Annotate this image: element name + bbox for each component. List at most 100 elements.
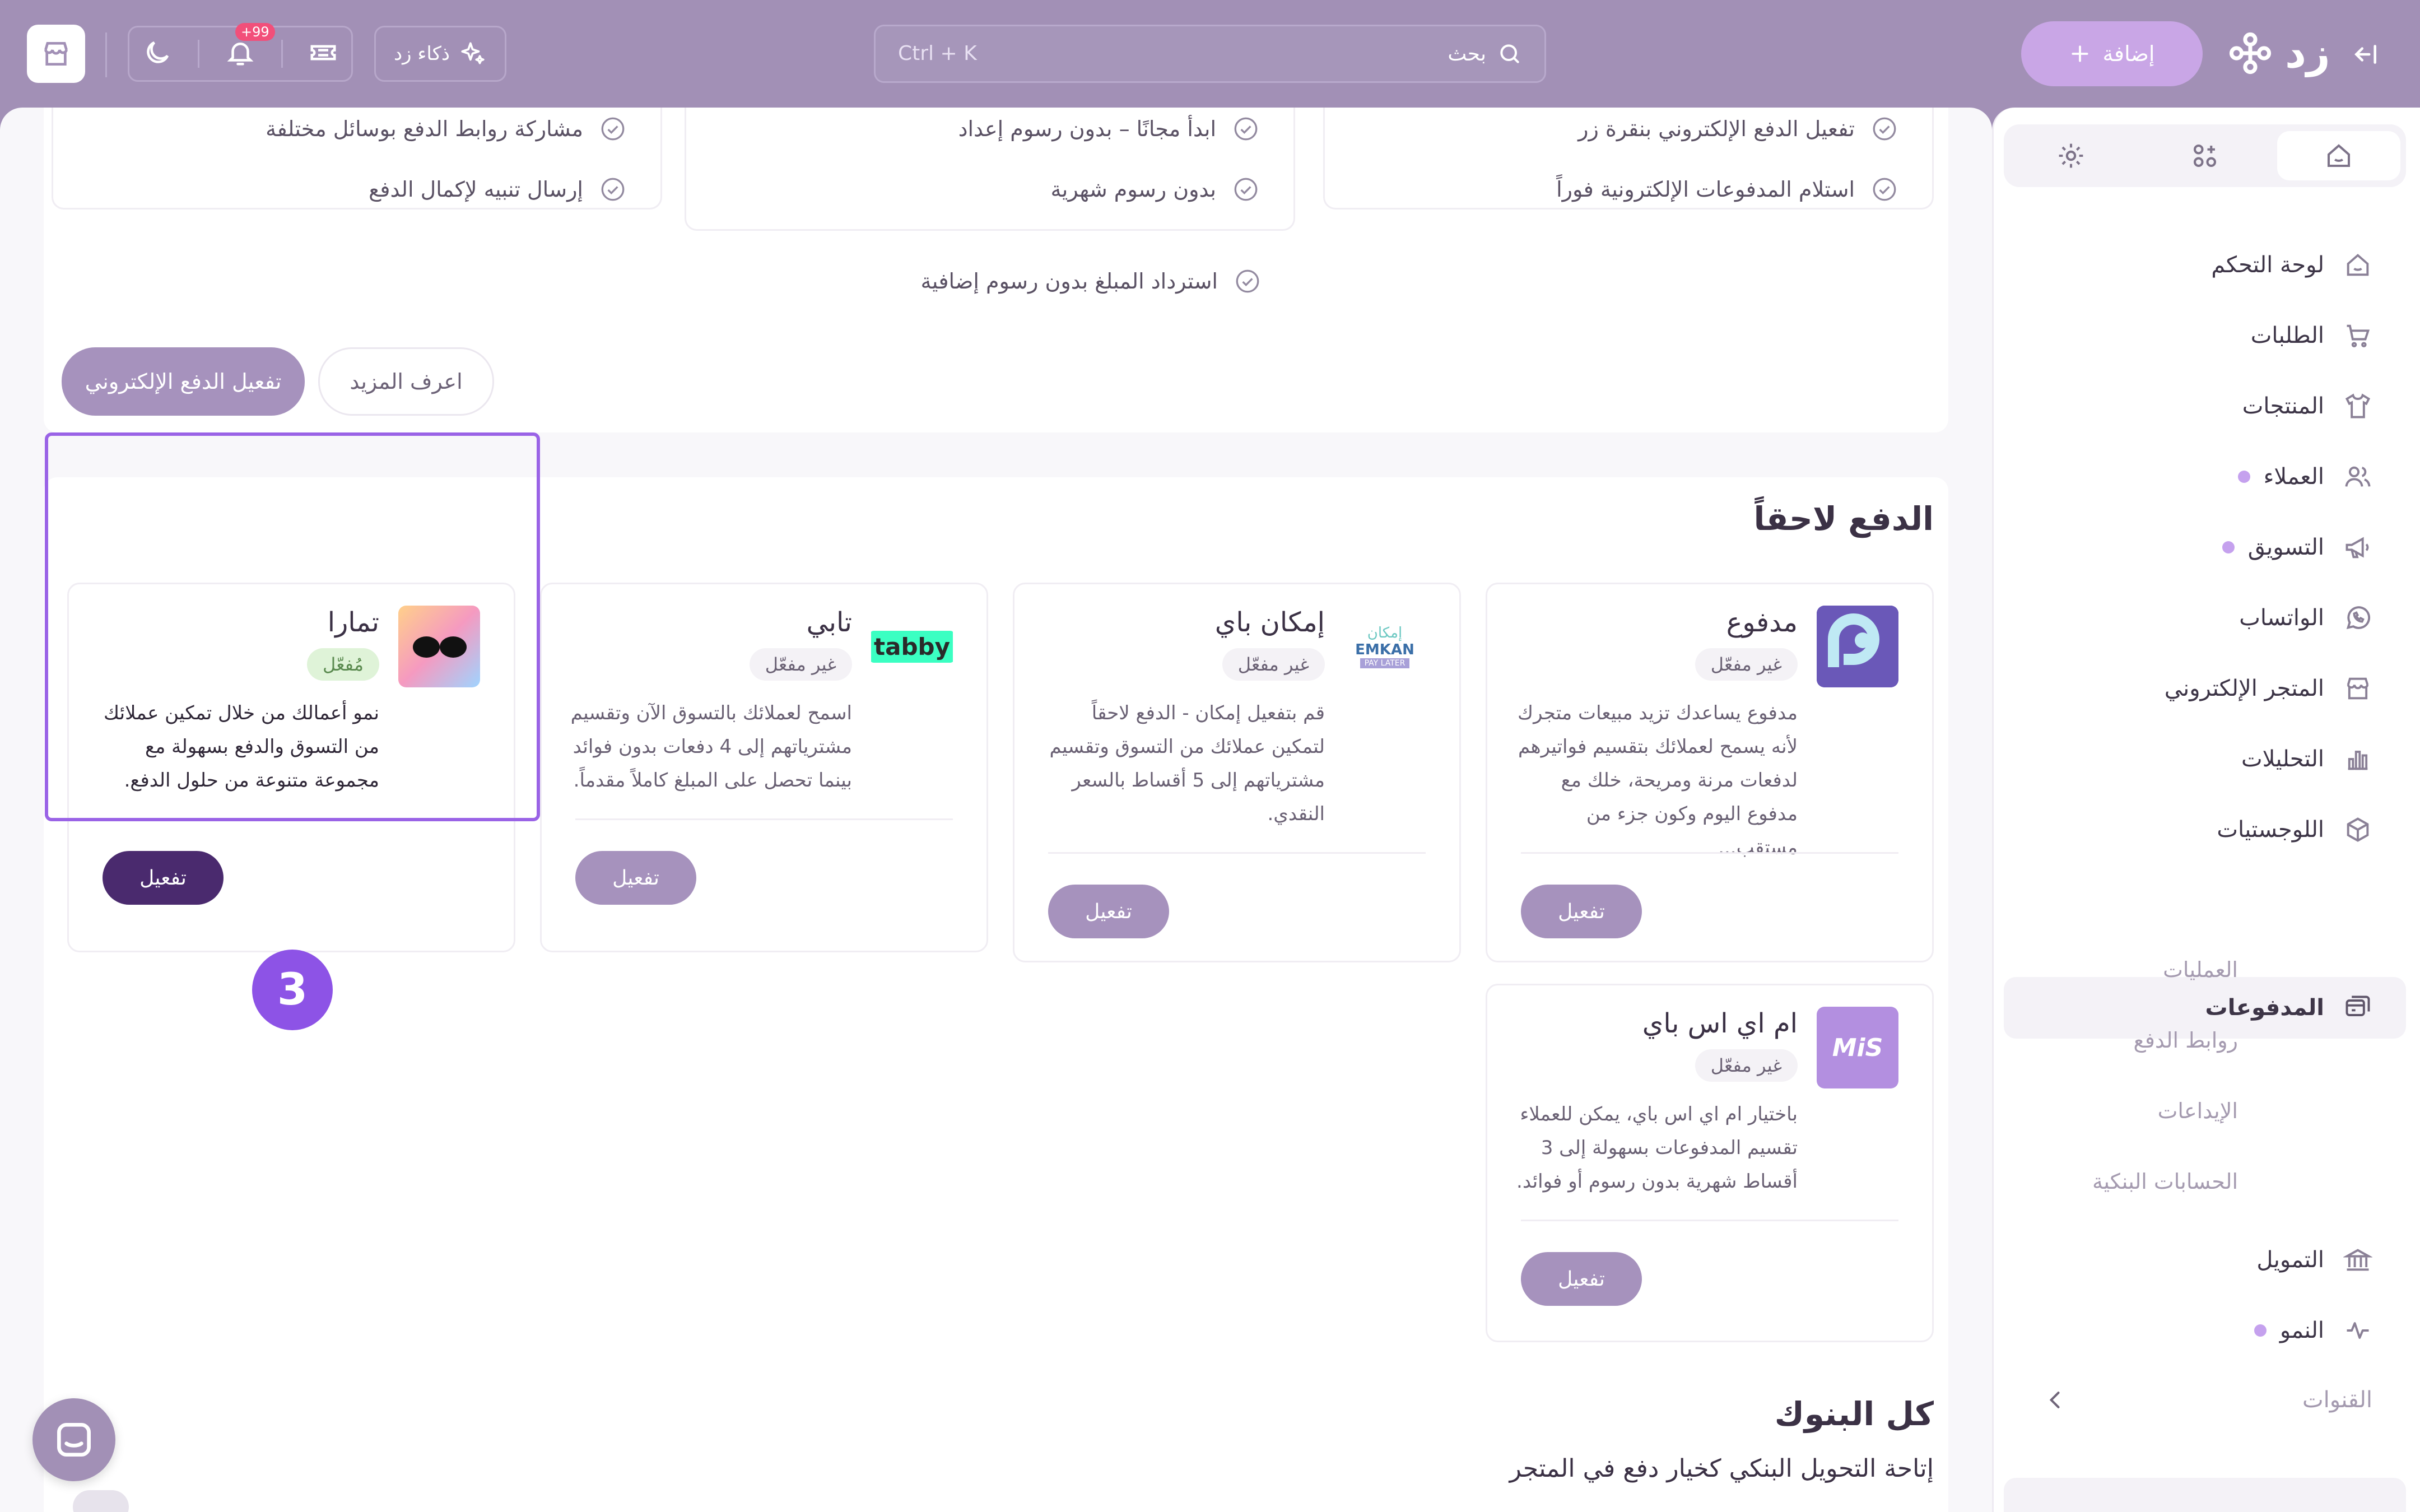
bnpl-title: الدفع لاحقاً <box>1753 500 1934 538</box>
sidebar-item-marketing[interactable]: التسويق <box>2004 517 2406 578</box>
add-button[interactable]: إضافة <box>2021 21 2203 86</box>
step-badge: 3 <box>252 950 333 1030</box>
sidebar-item-growth[interactable]: النمو <box>2004 1300 2406 1361</box>
brand-logo[interactable]: زد <box>2227 22 2330 84</box>
dark-mode-toggle[interactable] <box>142 38 173 70</box>
sidebar-subitem-label: الحسابات البنكية <box>2092 1169 2238 1194</box>
whatsapp-icon <box>2346 606 2371 630</box>
sidebar-item-analytics[interactable]: التحليلات <box>2004 728 2406 790</box>
ticket-icon <box>310 45 336 61</box>
emkan-logo-tag: PAY LATER <box>1360 658 1410 668</box>
feature-text: مشاركة روابط الدفع بوسائل مختلفة <box>266 117 583 141</box>
chat-support-button[interactable] <box>32 1398 115 1481</box>
home-icon <box>2328 144 2351 168</box>
activate-label: تفعيل <box>1558 1267 1605 1291</box>
activate-mispay-button[interactable]: تفعيل <box>1521 1252 1642 1306</box>
feature-item: ابدأ مجانًا – بدون رسوم إعداد <box>958 112 1260 146</box>
status-badge: غير مفعّل <box>1695 1049 1798 1082</box>
gear-icon <box>2059 143 2083 168</box>
ticket-button[interactable] <box>308 38 338 70</box>
feature-text: إرسال تنبيه لإكمال الدفع <box>369 177 583 202</box>
notifications-badge: +99 <box>235 23 275 41</box>
feature-item: بدون رسوم شهرية <box>1050 173 1260 206</box>
new-indicator-dot <box>2237 471 2250 483</box>
provider-card-tabby: tabby تابي غير مفعّل اسمح لعملائك بالتسو… <box>540 583 988 952</box>
activate-label: تفعيل <box>1558 900 1605 923</box>
activate-madfu-button[interactable]: تفعيل <box>1521 885 1642 938</box>
check-circle-icon <box>601 117 625 141</box>
provider-name: تمارا <box>327 607 379 638</box>
provider-description: مدفوع يساعدك تزيد مبيعات متجرك لأنه يسمح… <box>1518 702 1798 859</box>
feature-item: مشاركة روابط الدفع بوسائل مختلفة <box>266 112 627 146</box>
banks-title: كل البنوك <box>1774 1395 1934 1433</box>
activate-epay-button[interactable]: تفعيل الدفع الإلكتروني <box>62 347 305 416</box>
store-switcher-button[interactable] <box>27 25 85 83</box>
status-badge: مُفعّل <box>307 648 379 681</box>
sidebar-item-dashboard[interactable]: لوحة التحكم <box>2004 234 2406 296</box>
provider-description: قم بتفعيل إمكان - الدفع لاحقاً لتمكين عم… <box>1049 702 1325 825</box>
status-badge: غير مفعّل <box>749 648 852 681</box>
sidebar-tab-settings[interactable] <box>2009 131 2133 180</box>
feature-item: تفعيل الدفع الإلكتروني بنقرة زر <box>1578 112 1898 146</box>
sidebar-subitem-payment-links[interactable]: روابط الدفع <box>2004 1015 2406 1066</box>
sidebar-item-label: لوحة التحكم <box>2211 252 2324 278</box>
sidebar-subitem-transactions[interactable]: العمليات <box>2004 945 2406 995</box>
banks-panel: كل البنوك إتاحة التحويل البنكي كخيار دفع… <box>44 1384 1948 1512</box>
provider-card-madfu: مدفوع غير مفعّل مدفوع يساعدك تزيد مبيعات… <box>1486 583 1934 962</box>
check-circle-icon <box>1873 117 1896 141</box>
sidebar-item-label: المنتجات <box>2242 393 2324 419</box>
sidebar-item-customers[interactable]: العملاء <box>2004 446 2406 508</box>
activate-tabby-button[interactable]: تفعيل <box>575 851 696 905</box>
sidebar-subitem-label: روابط الدفع <box>2133 1028 2238 1053</box>
notifications-button[interactable]: +99 <box>225 23 275 70</box>
search-input[interactable]: بحث Ctrl + K <box>874 25 1546 83</box>
megaphone-icon <box>2345 537 2369 559</box>
sidebar-item-logistics[interactable]: اللوجستيات <box>2004 799 2406 860</box>
provider-name: مدفوع <box>1726 607 1798 638</box>
collapse-sidebar-button[interactable] <box>2346 35 2385 74</box>
madfu-logo-icon <box>1817 606 1898 687</box>
bank-icon <box>2343 1249 2372 1271</box>
sidebar-item-financing[interactable]: التمويل <box>2004 1229 2406 1291</box>
activate-emkan-button[interactable]: تفعيل <box>1048 885 1169 938</box>
search-shortcut: Ctrl + K <box>898 42 977 65</box>
sidebar-item-orders[interactable]: الطلبات <box>2004 305 2406 366</box>
sidebar-item-online-store[interactable]: المتجر الإلكتروني <box>2004 658 2406 719</box>
provider-name: تابي <box>806 607 852 638</box>
toggle-switch[interactable] <box>73 1490 129 1512</box>
sidebar-channels-header[interactable]: القنوات <box>2004 1375 2406 1425</box>
tamara-logo-icon <box>413 636 467 658</box>
sidebar-item-whatsapp[interactable]: الواتساب <box>2004 587 2406 649</box>
bell-icon <box>227 43 254 66</box>
card-divider <box>575 818 953 820</box>
provider-card-emkan: إمكان EMKAN PAY LATER إمكان باي غير مفعّ… <box>1013 583 1461 962</box>
tools-divider <box>281 40 283 68</box>
sidebar-item-products[interactable]: المنتجات <box>2004 375 2406 437</box>
tabby-logo-text: tabby <box>871 630 953 663</box>
sidebar-item-label: التمويل <box>2256 1247 2324 1273</box>
main-content: تفعيل الدفع الإلكتروني بنقرة زر استلام ا… <box>0 108 1992 1512</box>
sidebar-item-label: التحليلات <box>2241 746 2324 772</box>
sidebar-subitem-label: الإيداعات <box>2157 1099 2238 1123</box>
moon-icon <box>147 41 169 63</box>
check-circle-icon <box>1234 117 1258 141</box>
activate-epay-label: تفعيل الدفع الإلكتروني <box>85 369 282 394</box>
feature-item: استرداد المبلغ بدون رسوم إضافية <box>921 264 1262 298</box>
feature-column-2: ابدأ مجانًا – بدون رسوم إعداد بدون رسوم … <box>685 108 1295 231</box>
sidebar-tab-home[interactable] <box>2277 131 2401 180</box>
sidebar-subitem-bank-accounts[interactable]: الحسابات البنكية <box>2004 1156 2406 1207</box>
feature-text: ابدأ مجانًا – بدون رسوم إعداد <box>958 117 1216 141</box>
check-circle-icon <box>601 178 625 201</box>
learn-more-button[interactable]: اعرف المزيد <box>318 347 494 416</box>
feature-column-1: تفعيل الدفع الإلكتروني بنقرة زر استلام ا… <box>1323 108 1934 210</box>
zid-ai-button[interactable]: ذكاء زد <box>374 26 506 82</box>
sidebar-item-label: المتجر الإلكتروني <box>2164 676 2324 701</box>
card-divider <box>1521 852 1898 854</box>
learn-more-label: اعرف المزيد <box>350 369 463 394</box>
cart-icon <box>2347 324 2370 348</box>
sidebar-tab-apps[interactable] <box>2143 131 2267 180</box>
activate-tamara-button[interactable]: تفعيل <box>103 851 224 905</box>
chat-icon <box>57 1423 91 1457</box>
box-icon <box>2347 817 2369 842</box>
sidebar-subitem-deposits[interactable]: الإيداعات <box>2004 1086 2406 1136</box>
